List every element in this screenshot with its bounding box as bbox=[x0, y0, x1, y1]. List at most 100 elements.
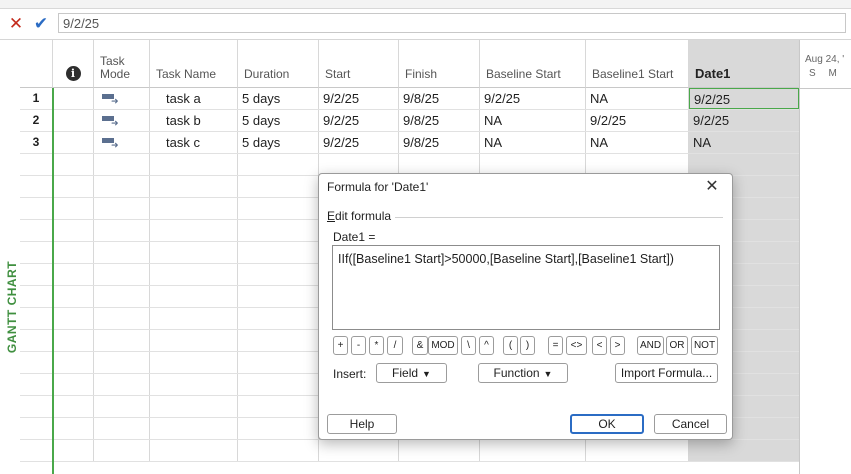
finish-header[interactable]: Finish bbox=[399, 40, 480, 88]
right-paren-button[interactable]: ) bbox=[520, 336, 535, 355]
empty-cell[interactable] bbox=[150, 242, 238, 263]
row-number[interactable]: 2 bbox=[20, 110, 53, 131]
empty-cell[interactable] bbox=[20, 220, 53, 241]
empty-row[interactable] bbox=[20, 440, 799, 462]
mod-button[interactable]: MOD bbox=[428, 336, 458, 355]
duration-header[interactable]: Duration bbox=[238, 40, 319, 88]
empty-cell[interactable] bbox=[399, 154, 480, 175]
empty-cell[interactable] bbox=[238, 374, 319, 395]
empty-cell[interactable] bbox=[150, 330, 238, 351]
baseline-start-cell[interactable]: 9/2/25 bbox=[480, 88, 586, 109]
gantt-chart-area[interactable]: Aug 24, ' S M bbox=[799, 40, 851, 474]
table-row[interactable]: 3 ➜ task c 5 days 9/2/25 9/8/25 NA NA NA bbox=[20, 132, 799, 154]
empty-cell[interactable] bbox=[94, 176, 150, 197]
close-icon[interactable]: ✕ bbox=[702, 176, 722, 196]
empty-cell[interactable] bbox=[94, 374, 150, 395]
empty-cell[interactable] bbox=[238, 418, 319, 439]
empty-cell[interactable] bbox=[238, 264, 319, 285]
greater-than-button[interactable]: > bbox=[610, 336, 625, 355]
empty-cell[interactable] bbox=[480, 440, 586, 461]
plus-button[interactable]: + bbox=[333, 336, 348, 355]
help-button[interactable]: Help bbox=[327, 414, 397, 434]
empty-cell[interactable] bbox=[150, 264, 238, 285]
empty-cell[interactable] bbox=[20, 198, 53, 219]
empty-cell[interactable] bbox=[150, 154, 238, 175]
baseline1-start-cell[interactable]: NA bbox=[586, 132, 689, 153]
function-dropdown-button[interactable]: Function ▼ bbox=[478, 363, 568, 383]
empty-cell[interactable] bbox=[20, 242, 53, 263]
left-paren-button[interactable]: ( bbox=[503, 336, 518, 355]
not-button[interactable]: NOT bbox=[691, 336, 718, 355]
less-than-button[interactable]: < bbox=[592, 336, 607, 355]
empty-cell[interactable] bbox=[586, 154, 689, 175]
row-number[interactable]: 1 bbox=[20, 88, 53, 109]
empty-cell[interactable] bbox=[150, 396, 238, 417]
empty-cell[interactable] bbox=[20, 286, 53, 307]
empty-cell[interactable] bbox=[150, 176, 238, 197]
empty-cell[interactable] bbox=[53, 264, 94, 285]
empty-cell[interactable] bbox=[319, 154, 399, 175]
empty-cell[interactable] bbox=[238, 330, 319, 351]
empty-cell[interactable] bbox=[150, 352, 238, 373]
baseline1-start-cell[interactable]: NA bbox=[586, 88, 689, 109]
empty-cell[interactable] bbox=[20, 440, 53, 461]
empty-cell[interactable] bbox=[150, 440, 238, 461]
empty-cell[interactable] bbox=[94, 242, 150, 263]
task-name-cell[interactable]: task a bbox=[150, 88, 238, 109]
empty-cell[interactable] bbox=[480, 154, 586, 175]
empty-cell[interactable] bbox=[94, 330, 150, 351]
empty-cell[interactable] bbox=[53, 154, 94, 175]
baseline-start-cell[interactable]: NA bbox=[480, 132, 586, 153]
empty-cell[interactable] bbox=[150, 418, 238, 439]
date1-header[interactable]: Date1 bbox=[689, 40, 799, 88]
empty-cell[interactable] bbox=[150, 198, 238, 219]
not-equal-button[interactable]: <> bbox=[566, 336, 587, 355]
finish-cell[interactable]: 9/8/25 bbox=[399, 132, 480, 153]
multiply-button[interactable]: * bbox=[369, 336, 384, 355]
power-button[interactable]: ^ bbox=[479, 336, 494, 355]
empty-cell[interactable] bbox=[94, 352, 150, 373]
empty-cell[interactable] bbox=[53, 242, 94, 263]
start-cell[interactable]: 9/2/25 bbox=[319, 88, 399, 109]
formula-textarea[interactable]: IIf([Baseline1 Start]>50000,[Baseline St… bbox=[332, 245, 720, 330]
indicators-header[interactable]: i bbox=[53, 40, 94, 88]
baseline1-start-header[interactable]: Baseline1 Start bbox=[586, 40, 689, 88]
ok-button[interactable]: OK bbox=[570, 414, 644, 434]
task-name-cell[interactable]: task c bbox=[150, 132, 238, 153]
task-mode-cell[interactable]: ➜ bbox=[94, 88, 150, 109]
task-name-header[interactable]: Task Name bbox=[150, 40, 238, 88]
task-name-cell[interactable]: task b bbox=[150, 110, 238, 131]
table-row[interactable]: 2 ➜ task b 5 days 9/2/25 9/8/25 NA 9/2/2… bbox=[20, 110, 799, 132]
select-all-corner[interactable] bbox=[20, 40, 53, 88]
empty-cell[interactable] bbox=[53, 440, 94, 461]
empty-cell[interactable] bbox=[20, 396, 53, 417]
duration-cell[interactable]: 5 days bbox=[238, 132, 319, 153]
task-mode-cell[interactable]: ➜ bbox=[94, 110, 150, 131]
empty-cell[interactable] bbox=[238, 308, 319, 329]
finish-cell[interactable]: 9/8/25 bbox=[399, 88, 480, 109]
empty-cell[interactable] bbox=[238, 154, 319, 175]
empty-cell[interactable] bbox=[238, 176, 319, 197]
empty-cell[interactable] bbox=[689, 154, 799, 175]
date1-cell[interactable]: 9/2/25 bbox=[689, 110, 799, 131]
empty-cell[interactable] bbox=[20, 154, 53, 175]
empty-cell[interactable] bbox=[94, 198, 150, 219]
cancel-entry-icon[interactable]: ✕ bbox=[6, 14, 26, 34]
empty-cell[interactable] bbox=[399, 440, 480, 461]
empty-cell[interactable] bbox=[20, 330, 53, 351]
equals-button[interactable]: = bbox=[548, 336, 563, 355]
task-mode-header[interactable]: Task Mode bbox=[94, 40, 150, 88]
date1-cell[interactable]: NA bbox=[689, 132, 799, 153]
date1-cell-selected[interactable]: 9/2/25 bbox=[689, 88, 799, 109]
empty-cell[interactable] bbox=[238, 352, 319, 373]
empty-cell[interactable] bbox=[20, 176, 53, 197]
empty-cell[interactable] bbox=[238, 286, 319, 307]
empty-cell[interactable] bbox=[20, 418, 53, 439]
empty-cell[interactable] bbox=[150, 374, 238, 395]
empty-cell[interactable] bbox=[53, 308, 94, 329]
empty-cell[interactable] bbox=[94, 418, 150, 439]
row-number[interactable]: 3 bbox=[20, 132, 53, 153]
empty-cell[interactable] bbox=[689, 440, 799, 461]
empty-cell[interactable] bbox=[53, 286, 94, 307]
empty-cell[interactable] bbox=[53, 418, 94, 439]
